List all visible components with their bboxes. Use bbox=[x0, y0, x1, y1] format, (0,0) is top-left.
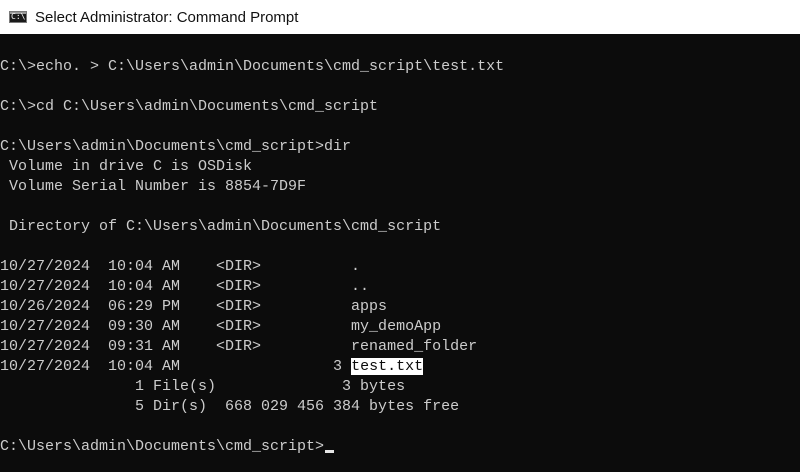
volume-label-line: Volume in drive C is OSDisk bbox=[0, 158, 253, 175]
dirs-summary-line: 5 Dir(s) 668 029 456 384 bytes free bbox=[0, 398, 460, 415]
text-cursor bbox=[325, 450, 335, 453]
command-prompt-window: C:\ Select Administrator: Command Prompt… bbox=[0, 0, 800, 472]
selected-filename[interactable]: test.txt bbox=[351, 358, 424, 375]
dir-entry-row: 10/27/2024 10:04 AM <DIR> .. bbox=[0, 278, 370, 295]
file-entry-row: 10/27/2024 10:04 AM 3 test.txt bbox=[0, 357, 800, 377]
volume-serial-line: Volume Serial Number is 8854-7D9F bbox=[0, 178, 307, 195]
dir-entry-row: 10/26/2024 06:29 PM <DIR> apps bbox=[0, 298, 388, 315]
prompt-text: C:\Users\admin\Documents\cmd_script> bbox=[0, 438, 325, 455]
cmd-icon-label: C:\ bbox=[11, 12, 26, 21]
cmd-icon: C:\ bbox=[9, 11, 27, 23]
command-line-cd: C:\>cd C:\Users\admin\Documents\cmd_scri… bbox=[0, 98, 379, 115]
dir-entry-row: 10/27/2024 09:31 AM <DIR> renamed_folder bbox=[0, 338, 478, 355]
directory-of-line: Directory of C:\Users\admin\Documents\cm… bbox=[0, 218, 442, 235]
console-output[interactable]: C:\>echo. > C:\Users\admin\Documents\cmd… bbox=[0, 57, 800, 457]
dir-entry-row: 10/27/2024 09:30 AM <DIR> my_demoApp bbox=[0, 318, 442, 335]
dir-entry-row: 10/27/2024 10:04 AM <DIR> . bbox=[0, 258, 361, 275]
prompt-line[interactable]: C:\Users\admin\Documents\cmd_script> bbox=[0, 437, 800, 457]
command-line-dir: C:\Users\admin\Documents\cmd_script>dir bbox=[0, 138, 352, 155]
command-line-echo: C:\>echo. > C:\Users\admin\Documents\cmd… bbox=[0, 58, 505, 75]
window-title: Select Administrator: Command Prompt bbox=[35, 8, 299, 26]
title-bar[interactable]: C:\ Select Administrator: Command Prompt bbox=[0, 0, 800, 34]
file-entry-meta: 10/27/2024 10:04 AM 3 bbox=[0, 358, 352, 375]
files-summary-line: 1 File(s) 3 bytes bbox=[0, 378, 406, 395]
